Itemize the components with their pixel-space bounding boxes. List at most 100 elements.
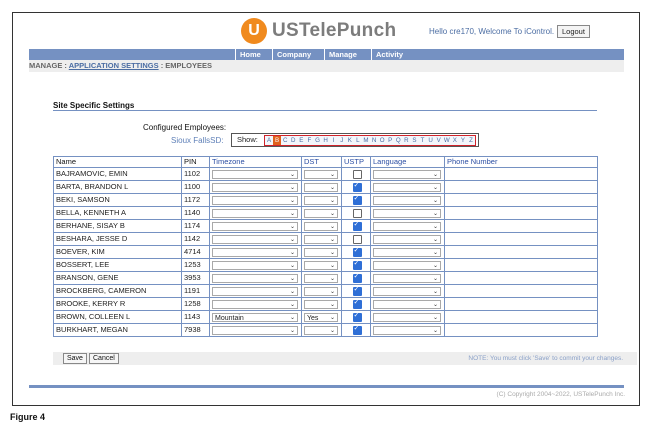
language-select[interactable]: ⌄ [373, 182, 441, 192]
ustp-checkbox[interactable] [352, 286, 362, 296]
language-select[interactable]: ⌄ [373, 286, 441, 296]
dst-select[interactable]: ⌄ [304, 286, 338, 296]
letter-filter-v[interactable]: V [435, 136, 443, 145]
column-header-language[interactable]: Language [370, 156, 445, 168]
letter-filter-g[interactable]: G [313, 136, 321, 145]
dst-select[interactable]: ⌄ [304, 260, 338, 270]
timezone-select[interactable]: ⌄ [212, 169, 298, 179]
dst-select[interactable]: ⌄ [304, 234, 338, 244]
timezone-select[interactable]: ⌄ [212, 208, 298, 218]
language-select[interactable]: ⌄ [373, 234, 441, 244]
ustp-checkbox[interactable] [352, 234, 362, 244]
letter-filter-y[interactable]: Y [459, 136, 467, 145]
nav-company[interactable]: Company [272, 49, 315, 60]
phone-number-cell[interactable] [444, 206, 598, 220]
save-button[interactable]: Save [63, 353, 87, 364]
dst-select[interactable]: ⌄ [304, 169, 338, 179]
phone-number-cell[interactable] [444, 258, 598, 272]
language-select[interactable]: ⌄ [373, 247, 441, 257]
column-header-phone[interactable]: Phone Number [444, 156, 598, 168]
column-header-dst[interactable]: DST [301, 156, 342, 168]
language-select[interactable]: ⌄ [373, 299, 441, 309]
letter-filter-s[interactable]: S [410, 136, 418, 145]
timezone-select[interactable]: ⌄ [212, 299, 298, 309]
language-select[interactable]: ⌄ [373, 273, 441, 283]
language-select[interactable]: ⌄ [373, 325, 441, 335]
dst-select[interactable]: ⌄ [304, 195, 338, 205]
language-select[interactable]: ⌄ [373, 195, 441, 205]
letter-filter-f[interactable]: F [305, 136, 313, 145]
timezone-select[interactable]: Mountain ⌄ [212, 312, 298, 322]
dst-select[interactable]: ⌄ [304, 182, 338, 192]
letter-filter-o[interactable]: O [378, 136, 386, 145]
phone-number-cell[interactable] [444, 323, 598, 337]
nav-home[interactable]: Home [235, 49, 265, 60]
letter-filter-n[interactable]: N [370, 136, 378, 145]
dst-select[interactable]: ⌄ [304, 325, 338, 335]
letter-filter-r[interactable]: R [402, 136, 410, 145]
phone-number-cell[interactable] [444, 310, 598, 324]
dst-select[interactable]: ⌄ [304, 208, 338, 218]
phone-number-cell[interactable] [444, 232, 598, 246]
ustp-checkbox[interactable] [352, 260, 362, 270]
letter-filter-e[interactable]: E [297, 136, 305, 145]
letter-filter-b[interactable]: B [273, 136, 282, 145]
ustp-checkbox[interactable] [352, 182, 362, 192]
letter-filter-a[interactable]: A [265, 136, 273, 145]
letter-filter-p[interactable]: P [386, 136, 394, 145]
dst-select[interactable]: Yes ⌄ [304, 312, 338, 322]
ustp-checkbox[interactable] [352, 208, 362, 218]
nav-manage[interactable]: Manage [324, 49, 361, 60]
column-header-timezone[interactable]: Timezone [209, 156, 302, 168]
dst-select[interactable]: ⌄ [304, 221, 338, 231]
letter-filter-h[interactable]: H [322, 136, 330, 145]
breadcrumb-application-settings[interactable]: APPLICATION SETTINGS [69, 61, 159, 70]
letter-filter-l[interactable]: L [354, 136, 362, 145]
timezone-select[interactable]: ⌄ [212, 221, 298, 231]
timezone-select[interactable]: ⌄ [212, 286, 298, 296]
timezone-select[interactable]: ⌄ [212, 182, 298, 192]
ustp-checkbox[interactable] [352, 169, 362, 179]
timezone-select[interactable]: ⌄ [212, 247, 298, 257]
letter-filter-k[interactable]: K [346, 136, 354, 145]
phone-number-cell[interactable] [444, 180, 598, 194]
language-select[interactable]: ⌄ [373, 312, 441, 322]
letter-filter-u[interactable]: U [427, 136, 435, 145]
dst-select[interactable]: ⌄ [304, 273, 338, 283]
letter-filter-w[interactable]: W [443, 136, 451, 145]
ustp-checkbox[interactable] [352, 312, 362, 322]
letter-filter-t[interactable]: T [418, 136, 426, 145]
phone-number-cell[interactable] [444, 245, 598, 259]
phone-number-cell[interactable] [444, 271, 598, 285]
letter-filter-c[interactable]: C [281, 136, 289, 145]
dst-select[interactable]: ⌄ [304, 299, 338, 309]
logout-button[interactable]: Logout [557, 25, 590, 38]
letter-filter-z[interactable]: Z [467, 136, 475, 145]
timezone-select[interactable]: ⌄ [212, 234, 298, 244]
ustp-checkbox[interactable] [352, 325, 362, 335]
language-select[interactable]: ⌄ [373, 169, 441, 179]
language-select[interactable]: ⌄ [373, 208, 441, 218]
phone-number-cell[interactable] [444, 284, 598, 298]
timezone-select[interactable]: ⌄ [212, 195, 298, 205]
cancel-button[interactable]: Cancel [89, 353, 119, 364]
letter-filter-m[interactable]: M [362, 136, 370, 145]
letter-filter-j[interactable]: J [338, 136, 346, 145]
ustp-checkbox[interactable] [352, 195, 362, 205]
phone-number-cell[interactable] [444, 167, 598, 181]
timezone-select[interactable]: ⌄ [212, 273, 298, 283]
letter-filter-q[interactable]: Q [394, 136, 402, 145]
letter-filter-d[interactable]: D [289, 136, 297, 145]
dst-select[interactable]: ⌄ [304, 247, 338, 257]
phone-number-cell[interactable] [444, 297, 598, 311]
language-select[interactable]: ⌄ [373, 221, 441, 231]
ustp-checkbox[interactable] [352, 247, 362, 257]
letter-filter-x[interactable]: X [451, 136, 459, 145]
phone-number-cell[interactable] [444, 193, 598, 207]
ustp-checkbox[interactable] [352, 273, 362, 283]
column-header-ustp[interactable]: USTP [341, 156, 371, 168]
language-select[interactable]: ⌄ [373, 260, 441, 270]
timezone-select[interactable]: ⌄ [212, 260, 298, 270]
timezone-select[interactable]: ⌄ [212, 325, 298, 335]
nav-activity[interactable]: Activity [371, 49, 407, 60]
